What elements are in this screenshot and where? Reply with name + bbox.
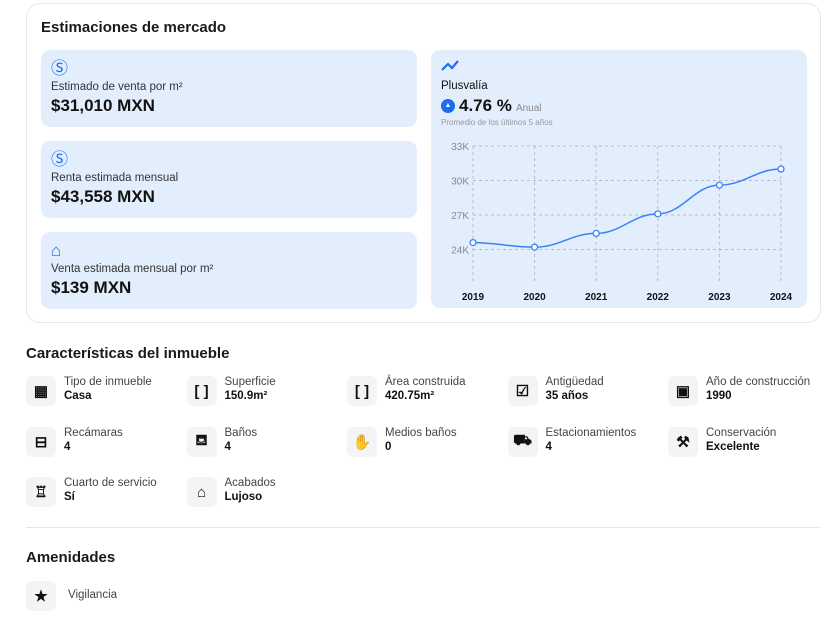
data-point xyxy=(654,210,662,218)
amenity-label: Vigilancia xyxy=(68,589,118,601)
bathtub-icon: ⛾ xyxy=(186,426,217,457)
feature-item: ⌂ Acabados Lujoso xyxy=(186,477,347,507)
x-tick-label: 2021 xyxy=(585,292,608,303)
feature-label: Área construida xyxy=(385,376,466,388)
feature-label: Baños xyxy=(224,426,258,439)
building-icon: ▦ xyxy=(26,376,56,406)
feature-value: 4 xyxy=(224,440,231,453)
feature-value: Casa xyxy=(64,390,92,402)
broom-icon: ♖ xyxy=(26,477,56,507)
card-value: $43,558 MXN xyxy=(51,187,155,206)
feature-label: Conservación xyxy=(706,426,777,439)
plusvalia-label: Plusvalía xyxy=(441,80,488,92)
feature-item: ⛟ Estacionamientos 4 xyxy=(507,426,668,457)
x-tick-label: 2019 xyxy=(462,292,485,303)
y-tick-label: 30K xyxy=(451,177,469,188)
x-tick-label: 2024 xyxy=(770,292,793,303)
feature-item: ▦ Tipo de inmueble Casa xyxy=(26,376,186,406)
feature-item: ☑ Antigüedad 35 años xyxy=(507,376,668,406)
y-tick-label: 24K xyxy=(451,246,469,257)
calendar-icon: ▣ xyxy=(668,376,698,406)
feature-item: [ ] Área construida 420.75m² xyxy=(347,376,507,406)
data-point xyxy=(530,243,539,251)
x-tick-label: 2022 xyxy=(647,292,670,303)
tools-icon: ⚒ xyxy=(668,426,698,457)
feature-item: ⚒ Conservación Excelente xyxy=(668,426,828,457)
y-tick-label: 33K xyxy=(451,142,469,153)
feature-item: ♖ Cuarto de servicio Sí xyxy=(26,477,186,507)
plusvalia-value-row: ▲ 4.76 % Anual xyxy=(441,96,542,116)
card-value: $139 MXN xyxy=(51,278,132,297)
arrow-up-icon: ▲ xyxy=(441,99,455,113)
data-point xyxy=(777,165,785,173)
feature-value: 4 xyxy=(545,440,552,453)
feature-label: Estacionamientos xyxy=(545,426,637,439)
card-label: Estimado de venta por m² xyxy=(51,81,183,93)
bed-icon: ⊟ xyxy=(26,426,56,457)
area-icon: [ ] xyxy=(347,376,377,406)
wash-hand-icon: ✋ xyxy=(347,426,377,457)
car-icon: ⛟ xyxy=(507,426,538,457)
feature-value: Lujoso xyxy=(224,491,263,503)
feature-value: 150.9m² xyxy=(224,390,268,402)
feature-label: Recámaras xyxy=(64,426,123,439)
feature-item: ⛾ Baños 4 xyxy=(186,426,347,457)
surface-icon: [ ] xyxy=(186,376,217,406)
feature-value: 4 xyxy=(64,440,71,453)
divider xyxy=(26,527,821,528)
plusvalia-value: 4.76 % xyxy=(459,96,512,115)
plusvalia-period: Anual xyxy=(515,103,542,114)
shield-star-icon: ★ xyxy=(26,581,56,611)
card-value: $31,010 MXN xyxy=(51,96,155,115)
monthly-sale-per-m2-card: ⌂ Venta estimada mensual por m² $139 MXN xyxy=(41,232,417,309)
feature-label: Acabados xyxy=(224,477,276,489)
amenity-item: ★ Vigilancia xyxy=(26,581,186,611)
feature-value: 35 años xyxy=(545,390,589,402)
feature-item: [ ] Superficie 150.9m² xyxy=(186,376,347,406)
x-tick-label: 2023 xyxy=(708,292,731,303)
feature-value: Excelente xyxy=(706,440,760,453)
feature-value: 0 xyxy=(385,440,392,453)
dollar-circle-icon: Ⓢ xyxy=(51,150,68,169)
trend-icon xyxy=(441,60,459,71)
feature-item: ✋ Medios baños 0 xyxy=(347,426,507,457)
feature-value: Sí xyxy=(64,491,75,503)
price-per-m2-card: Ⓢ Estimado de venta por m² $31,010 MXN xyxy=(41,50,417,127)
amenities-title: Amenidades xyxy=(26,549,116,566)
dollar-circle-icon: Ⓢ xyxy=(51,59,68,78)
feature-label: Cuarto de servicio xyxy=(64,477,157,489)
feature-value: 1990 xyxy=(706,390,732,402)
feature-value: 420.75m² xyxy=(385,390,435,402)
feature-item: ▣ Año de construcción 1990 xyxy=(668,376,828,406)
feature-label: Tipo de inmueble xyxy=(64,376,152,388)
x-tick-label: 2020 xyxy=(523,292,546,303)
features-title: Características del inmueble xyxy=(26,345,230,362)
data-point xyxy=(715,181,724,189)
data-point xyxy=(592,229,600,238)
plusvalia-card: 2019 2020 2021 2022 2023 2024 33K 30K 27K 24K Plu… xyxy=(431,50,807,308)
card-label: Venta estimada mensual por m² xyxy=(51,263,214,275)
calendar-check-icon: ☑ xyxy=(507,376,538,406)
home-dollar-icon: ⌂ xyxy=(51,241,62,260)
feature-label: Año de construcción xyxy=(706,376,811,388)
card-label: Renta estimada mensual xyxy=(51,172,179,184)
feature-label: Medios baños xyxy=(385,426,457,439)
y-tick-label: 27K xyxy=(451,211,469,222)
house-icon: ⌂ xyxy=(186,477,217,507)
monthly-rent-card: Ⓢ Renta estimada mensual $43,558 MXN xyxy=(41,141,417,218)
feature-label: Antigüedad xyxy=(545,376,604,388)
feature-label: Superficie xyxy=(224,376,276,388)
data-point xyxy=(469,238,477,247)
plusvalia-note: Promedio de los últimos 5 años xyxy=(441,118,553,127)
series-line xyxy=(472,168,782,248)
section-title: Estimaciones de mercado xyxy=(41,19,227,36)
market-estimates-section: Estimaciones de mercado Ⓢ Estimado de ve… xyxy=(26,3,821,323)
feature-item: ⊟ Recámaras 4 xyxy=(26,426,186,457)
